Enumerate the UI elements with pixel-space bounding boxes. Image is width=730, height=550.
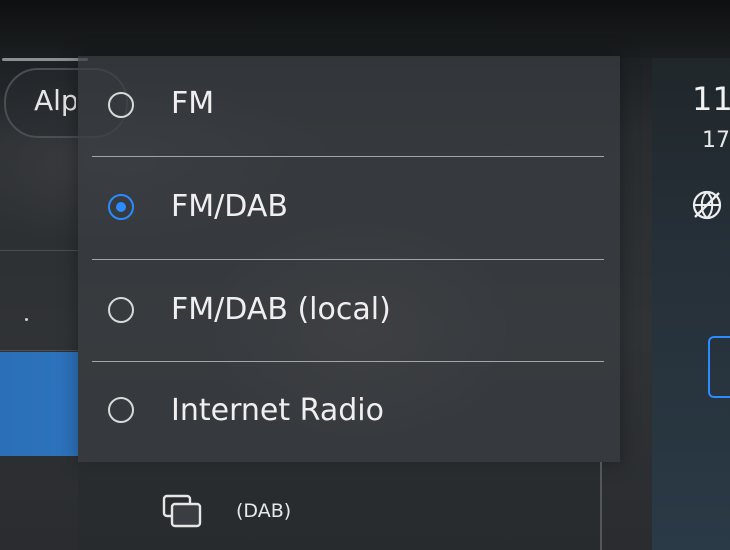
bottom-bar [78, 462, 600, 550]
screen-top-frame [0, 0, 730, 58]
search-field-text: Alp [34, 84, 76, 117]
globe-icon [692, 190, 722, 220]
option-separator [92, 156, 604, 157]
option-label: FM [171, 86, 215, 121]
bottom-bar-divider [600, 462, 602, 550]
stack-icon[interactable] [162, 494, 202, 528]
clock-time: 11 [692, 80, 730, 118]
station-list-item-selected[interactable] [0, 352, 78, 456]
option-label: Internet Radio [171, 393, 384, 428]
list-marker [25, 318, 28, 321]
source-dropdown: FM FM/DAB FM/DAB (local) Internet Radio [78, 56, 620, 462]
radio-selected-icon [108, 194, 134, 220]
option-separator [92, 361, 604, 362]
option-fm-dab[interactable]: FM/DAB [78, 158, 620, 258]
radio-icon [108, 397, 134, 423]
option-fm[interactable]: FM [78, 56, 620, 156]
option-label: FM/DAB [171, 189, 288, 224]
option-separator [92, 259, 604, 260]
option-label: FM/DAB (local) [171, 292, 391, 327]
scroll-indicator [2, 58, 88, 61]
band-label: (DAB) [236, 500, 292, 522]
radio-icon [108, 297, 134, 323]
radio-icon [108, 92, 134, 118]
list-divider [0, 250, 78, 251]
option-internet-radio[interactable]: Internet Radio [78, 363, 620, 463]
clock-date: 17 [702, 128, 730, 153]
list-divider [0, 350, 78, 351]
right-panel-button[interactable] [708, 336, 730, 398]
option-fm-dab-local[interactable]: FM/DAB (local) [78, 261, 620, 361]
